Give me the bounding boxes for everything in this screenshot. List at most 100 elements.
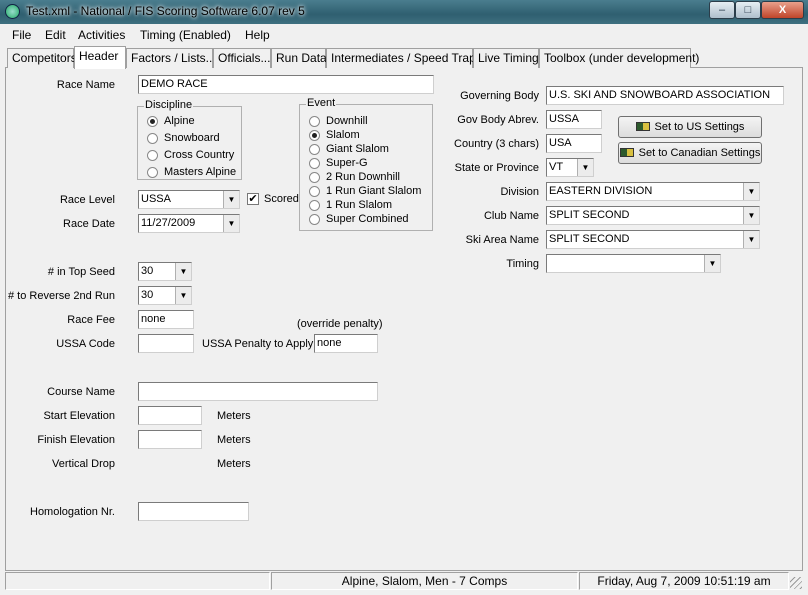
flag-icon — [619, 148, 634, 157]
chevron-down-icon[interactable]: ▼ — [223, 191, 239, 208]
status-bar: Alpine, Slalom, Men - 7 Comps Friday, Au… — [5, 572, 803, 590]
finish-elevation-input[interactable] — [138, 430, 202, 449]
menu-bar: File Edit Activities Timing (Enabled) He… — [5, 25, 803, 45]
set-canadian-settings-button[interactable]: Set to Canadian Settings — [618, 142, 762, 164]
discipline-radio-cross-country[interactable] — [147, 150, 158, 161]
discipline-radio-snowboard[interactable] — [147, 133, 158, 144]
governing-body-input[interactable]: U.S. SKI AND SNOWBOARD ASSOCIATION — [546, 86, 784, 105]
chevron-down-icon[interactable]: ▼ — [175, 263, 191, 280]
event-downhill-label: Downhill — [326, 115, 368, 127]
event-radio-slalom[interactable] — [309, 130, 320, 141]
country-label: Country (3 chars) — [454, 138, 539, 150]
reverse-2nd-run-combo[interactable]: 30 ▼ — [138, 286, 192, 305]
tab-toolbox[interactable]: Toolbox (under development) — [539, 48, 699, 68]
event-radio-downhill[interactable] — [309, 116, 320, 127]
governing-body-label: Governing Body — [460, 90, 539, 102]
ski-area-combo[interactable]: SPLIT SECOND ▼ — [546, 230, 760, 249]
chevron-down-icon[interactable]: ▼ — [743, 231, 759, 248]
minimize-button[interactable]: ‒ — [709, 1, 735, 19]
event-radio-super-combined[interactable] — [309, 214, 320, 225]
status-left — [5, 572, 270, 590]
status-datetime: Friday, Aug 7, 2009 10:51:19 am — [579, 572, 789, 590]
flag-icon — [635, 122, 650, 131]
top-seed-label: # in Top Seed — [47, 266, 115, 278]
tab-factors-lists[interactable]: Factors / Lists... — [126, 48, 216, 68]
discipline-group-title: Discipline — [144, 99, 194, 111]
club-name-combo[interactable]: SPLIT SECOND ▼ — [546, 206, 760, 225]
ussa-code-label: USSA Code — [56, 338, 115, 350]
resize-grip[interactable] — [790, 577, 802, 589]
event-2-run-downhill-label: 2 Run Downhill — [326, 171, 400, 183]
discipline-snowboard-label: Snowboard — [164, 132, 220, 144]
tab-run-data[interactable]: Run Data — [271, 48, 327, 68]
discipline-masters-alpine-label: Masters Alpine — [164, 166, 237, 178]
top-seed-value: 30 — [141, 265, 154, 277]
division-combo[interactable]: EASTERN DIVISION ▼ — [546, 182, 760, 201]
tab-header[interactable]: Header — [74, 46, 126, 69]
ussa-code-input[interactable] — [138, 334, 194, 353]
event-super-combined-label: Super Combined — [326, 213, 409, 225]
timing-label: Timing — [506, 258, 539, 270]
race-name-input[interactable]: DEMO RACE — [138, 75, 434, 94]
tab-live-timing[interactable]: Live Timing — [473, 48, 539, 68]
tab-competitors[interactable]: Competitors — [7, 48, 77, 68]
set-canadian-settings-label: Set to Canadian Settings — [638, 147, 761, 159]
club-name-label: Club Name — [483, 210, 539, 222]
tab-officials[interactable]: Officials... — [213, 48, 271, 68]
menu-help[interactable]: Help — [245, 28, 270, 42]
scored-label: Scored — [264, 193, 299, 205]
club-name-value: SPLIT SECOND — [549, 209, 630, 221]
set-us-settings-button[interactable]: Set to US Settings — [618, 116, 762, 138]
event-radio-1-run-slalom[interactable] — [309, 200, 320, 211]
chevron-down-icon[interactable]: ▼ — [743, 207, 759, 224]
division-label: Division — [500, 186, 539, 198]
status-race-info: Alpine, Slalom, Men - 7 Comps — [271, 572, 578, 590]
menu-edit[interactable]: Edit — [45, 28, 66, 42]
event-radio-1-run-giant-slalom[interactable] — [309, 186, 320, 197]
event-super-g-label: Super-G — [326, 157, 368, 169]
event-giant-slalom-label: Giant Slalom — [326, 143, 389, 155]
state-province-value: VT — [549, 161, 564, 173]
country-input[interactable]: USA — [546, 134, 602, 153]
vertical-drop-label: Vertical Drop — [52, 458, 115, 470]
reverse-2nd-run-label: # to Reverse 2nd Run — [7, 290, 115, 302]
tab-intermediates-speed-traps[interactable]: Intermediates / Speed Traps — [326, 48, 482, 68]
menu-file[interactable]: File — [12, 28, 31, 42]
event-radio-super-g[interactable] — [309, 158, 320, 169]
start-elevation-input[interactable] — [138, 406, 202, 425]
race-date-picker[interactable]: 11/27/2009 ▼ — [138, 214, 240, 233]
menu-activities[interactable]: Activities — [78, 28, 125, 42]
discipline-alpine-label: Alpine — [164, 115, 195, 127]
chevron-down-icon[interactable]: ▼ — [577, 159, 593, 176]
chevron-down-icon[interactable]: ▼ — [223, 215, 239, 232]
state-province-combo[interactable]: VT ▼ — [546, 158, 594, 177]
discipline-radio-alpine[interactable] — [147, 116, 158, 127]
chevron-down-icon[interactable]: ▼ — [175, 287, 191, 304]
division-value: EASTERN DIVISION — [549, 185, 653, 197]
race-level-combo[interactable]: USSA ▼ — [138, 190, 240, 209]
course-name-input[interactable] — [138, 382, 378, 401]
chevron-down-icon[interactable]: ▼ — [704, 255, 720, 272]
homologation-input[interactable] — [138, 502, 249, 521]
ussa-penalty-label: USSA Penalty to Apply — [202, 338, 314, 350]
race-date-value: 11/27/2009 — [141, 217, 196, 229]
close-button[interactable]: X — [761, 1, 804, 19]
course-name-label: Course Name — [47, 386, 115, 398]
race-level-label: Race Level — [59, 194, 115, 206]
scored-checkbox[interactable]: ✔ — [247, 193, 259, 205]
event-radio-giant-slalom[interactable] — [309, 144, 320, 155]
gov-body-abbrev-input[interactable]: USSA — [546, 110, 602, 129]
timing-combo[interactable]: ▼ — [546, 254, 721, 273]
top-seed-combo[interactable]: 30 ▼ — [138, 262, 192, 281]
maximize-button[interactable]: □ — [735, 1, 761, 19]
chevron-down-icon[interactable]: ▼ — [743, 183, 759, 200]
ussa-penalty-input[interactable]: none — [314, 334, 378, 353]
discipline-radio-masters-alpine[interactable] — [147, 167, 158, 178]
race-fee-label: Race Fee — [67, 314, 115, 326]
menu-timing[interactable]: Timing (Enabled) — [140, 28, 231, 42]
race-fee-input[interactable]: none — [138, 310, 194, 329]
state-province-label: State or Province — [454, 162, 539, 174]
event-radio-2-run-downhill[interactable] — [309, 172, 320, 183]
start-elevation-label: Start Elevation — [43, 410, 115, 422]
title-bar[interactable]: Test.xml - National / FIS Scoring Softwa… — [0, 0, 808, 24]
